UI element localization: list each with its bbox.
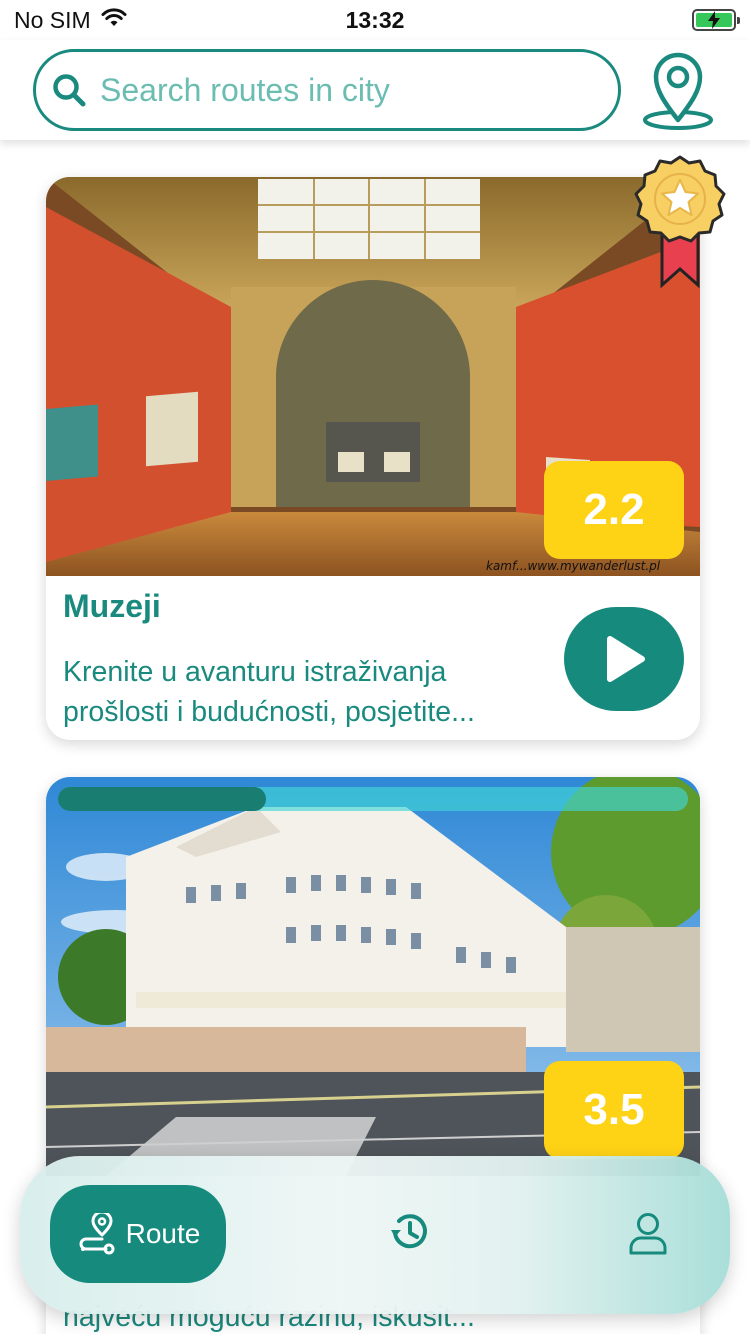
- route-list[interactable]: kamf...www.mywanderlust.pl 2.2 Muzeji Kr…: [0, 140, 750, 1334]
- nav-history-button[interactable]: [385, 1208, 433, 1256]
- status-left: No SIM: [14, 7, 127, 34]
- search-bar[interactable]: [33, 49, 621, 131]
- search-icon: [53, 74, 86, 107]
- map-pin-icon: [643, 52, 713, 130]
- history-icon: [391, 1214, 427, 1249]
- route-progress-fill: [58, 787, 266, 811]
- rating-badge: 3.5: [544, 1061, 684, 1159]
- route-title: Muzeji: [63, 588, 161, 624]
- map-pin-button[interactable]: [641, 49, 715, 131]
- carrier-label: No SIM: [14, 6, 91, 33]
- play-icon: [607, 636, 645, 682]
- status-bar: No SIM 13:32: [0, 0, 750, 40]
- charging-icon: [708, 11, 720, 29]
- profile-icon: [629, 1213, 667, 1255]
- route-icon: [79, 1213, 115, 1255]
- award-star-icon: [632, 155, 728, 289]
- nav-route-button[interactable]: Route: [50, 1185, 226, 1283]
- bottom-nav: Route: [20, 1156, 730, 1314]
- route-progress-bar: [58, 787, 688, 811]
- nav-route-label: Route: [125, 1218, 201, 1249]
- route-description-line: Krenite u avanturu istraživanja: [63, 656, 447, 688]
- header: [0, 40, 750, 140]
- route-description: Krenite u avanturu istraživanja prošlost…: [63, 652, 553, 732]
- search-input[interactable]: [100, 71, 570, 109]
- route-card[interactable]: kamf...www.mywanderlust.pl 2.2 Muzeji Kr…: [46, 155, 726, 740]
- rating-badge: 2.2: [544, 461, 684, 559]
- play-button[interactable]: [564, 607, 684, 711]
- wifi-icon: [101, 7, 127, 34]
- nav-profile-button[interactable]: [624, 1208, 672, 1260]
- battery-icon: [692, 9, 740, 31]
- image-watermark: kamf...www.mywanderlust.pl: [486, 559, 661, 573]
- route-description-line: prošlosti i budućnosti, posjetite...: [63, 696, 475, 728]
